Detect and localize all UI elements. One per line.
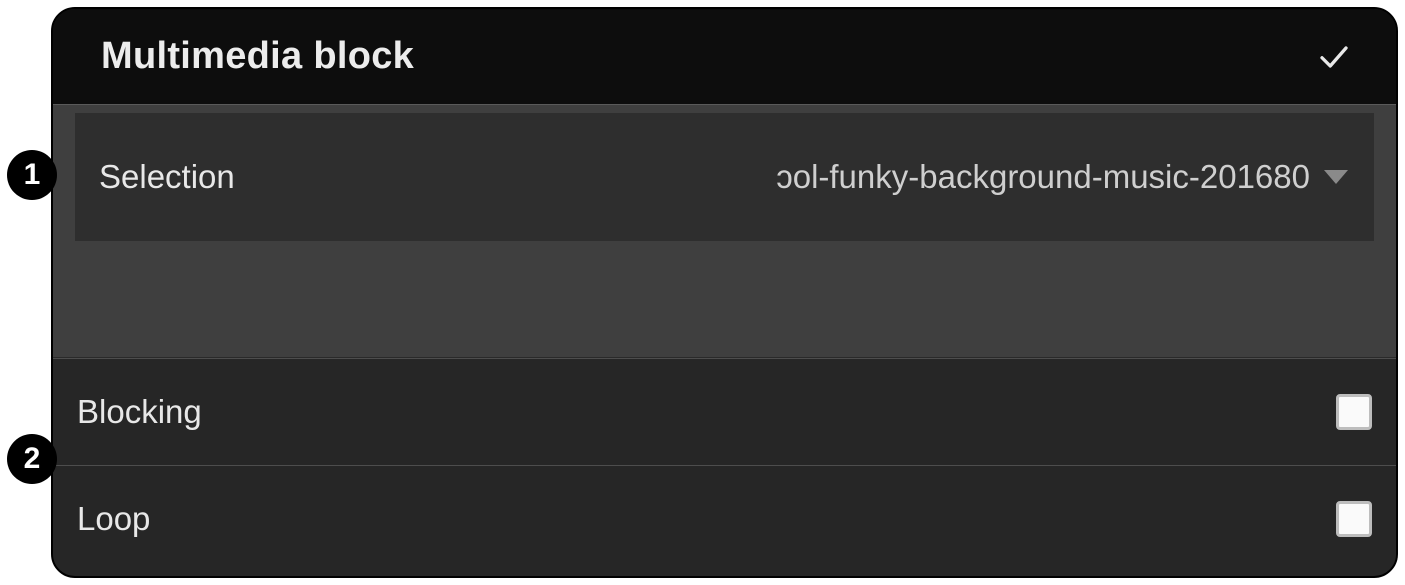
blocking-checkbox[interactable] — [1336, 394, 1372, 430]
loop-row: Loop — [53, 465, 1396, 572]
selection-dropdown[interactable]: Selection ᴐol-funky-background-music-201… — [75, 113, 1374, 241]
spacer — [53, 241, 1396, 357]
loop-label: Loop — [77, 500, 150, 538]
annotation-badge-2: 2 — [7, 434, 57, 484]
multimedia-block-panel: Multimedia block Selection ᴐol-funky-bac… — [51, 7, 1398, 578]
selection-section: Selection ᴐol-funky-background-music-201… — [53, 105, 1396, 358]
selection-value-wrap: ᴐol-funky-background-music-201680 — [590, 158, 1348, 196]
loop-checkbox[interactable] — [1336, 501, 1372, 537]
selection-label: Selection — [99, 158, 235, 196]
annotation-badge-1: 1 — [7, 150, 57, 200]
panel-title: Multimedia block — [101, 35, 414, 78]
chevron-down-icon — [1324, 170, 1348, 184]
blocking-row: Blocking — [53, 358, 1396, 465]
confirm-icon[interactable] — [1316, 39, 1352, 75]
blocking-label: Blocking — [77, 393, 202, 431]
panel-header: Multimedia block — [53, 9, 1396, 105]
selection-value: ᴐol-funky-background-music-201680 — [776, 158, 1310, 196]
